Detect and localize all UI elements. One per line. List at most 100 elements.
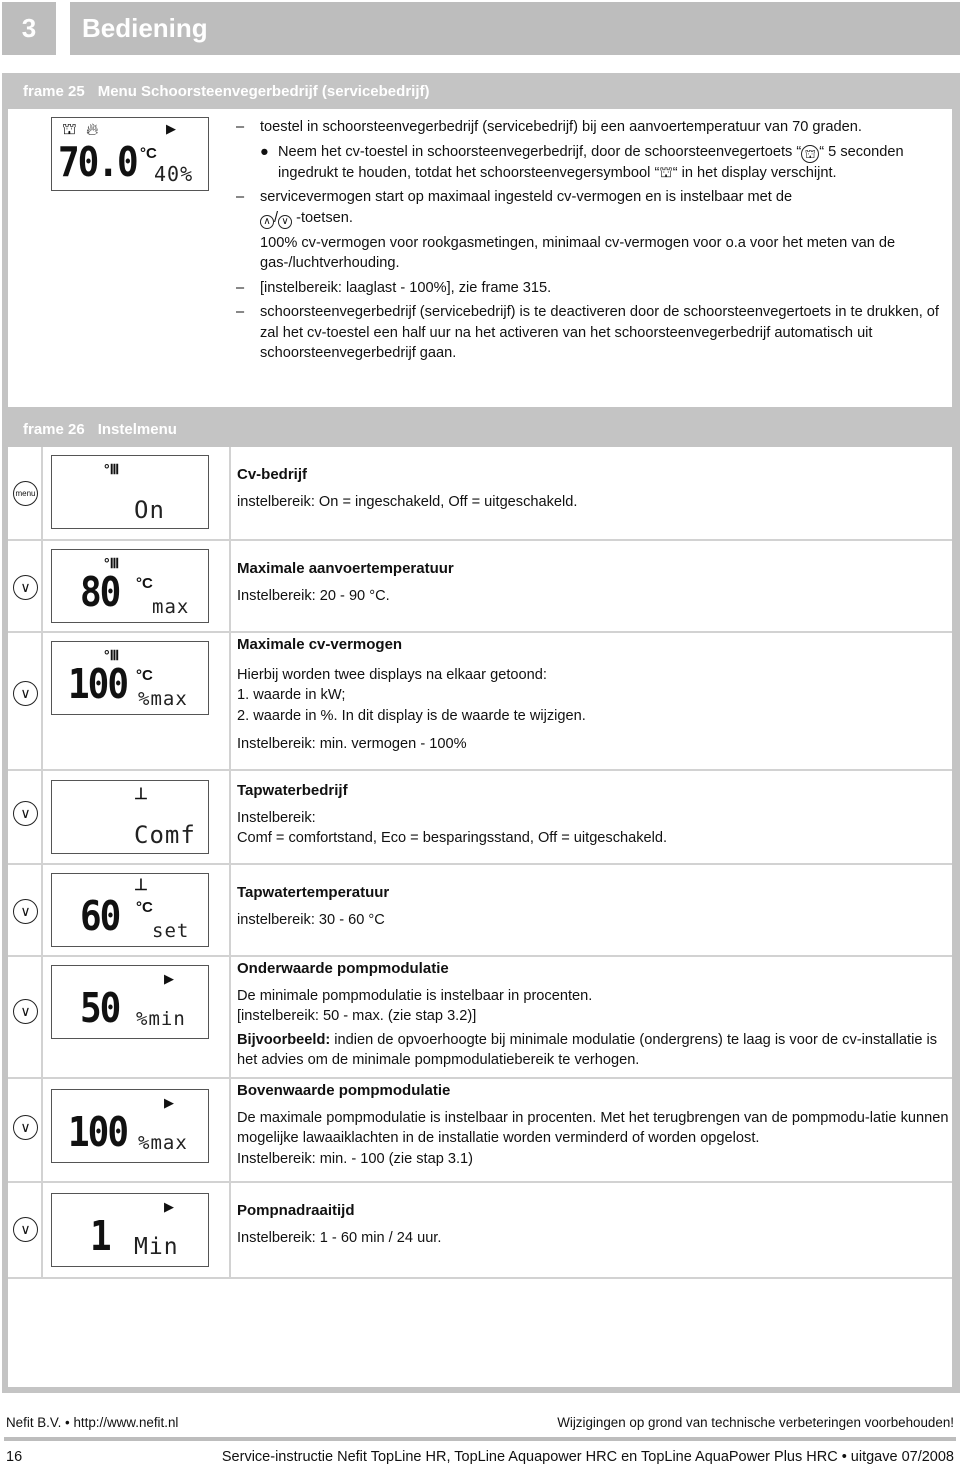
radiator-icon: °Ⅲ: [104, 647, 120, 663]
frame-25-body: ⛫ 🔥︎ ▶ 70.0 °C 40% – toestel in schoorst…: [8, 109, 952, 407]
setting-title: Maximale aanvoertemperatuur: [237, 560, 454, 577]
list-item: – [instelbereik: laaglast - 100%], zie f…: [236, 279, 552, 296]
lcd-display: ⊥ Comf: [51, 780, 209, 854]
down-key-button[interactable]: ∨: [13, 575, 38, 600]
frame-25-text: – toestel in schoorsteenvegerbedrijf (se…: [236, 117, 956, 368]
flame-icon: 🔥︎: [86, 120, 99, 139]
lcd-dot-text: Comf: [134, 821, 196, 849]
setting-title: Bovenwaarde pompmodulatie: [237, 1082, 451, 1099]
chimney-sweep-icon: ⛫: [62, 121, 77, 138]
setting-example: Bijvoorbeeld: indien de opvoerhoogte bij…: [237, 1031, 938, 1069]
tap-icon: ⊥: [134, 786, 148, 803]
settings-row-pompnadraaitijd: ∨ ▶ 1 Min Pompnadraaitijd Instelbereik: …: [8, 1183, 952, 1279]
lcd-display: ▶ 100 %max: [51, 1089, 209, 1163]
lcd-dot-text: %max: [138, 688, 188, 710]
setting-title: Onderwaarde pompmodulatie: [237, 960, 449, 977]
frame-25-header: frame 25 Menu Schoorsteenvegerbedrijf (s…: [2, 73, 960, 109]
setting-line: De maximale pompmodulatie is instelbaar …: [237, 1109, 949, 1147]
settings-row-max-cv-vermogen: ∨ °Ⅲ 100 °C %max Maximale cv-vermogen Hi…: [8, 633, 952, 771]
setting-title: Maximale cv-vermogen: [237, 636, 403, 653]
settings-row-cv-bedrijf: menu °Ⅲ On Cv-bedrijf instelbereik: On =…: [8, 447, 952, 541]
down-key-button[interactable]: ∨: [13, 899, 38, 924]
lcd-dot-text: %min: [136, 1008, 186, 1030]
lcd-dot-text: On: [134, 496, 165, 524]
paragraph: 100% cv-vermogen voor rookgasmetingen, m…: [260, 234, 896, 272]
lcd-main-value: 1: [90, 1213, 112, 1261]
frame-title: Menu Schoorsteenvegerbedrijf (servicebed…: [97, 82, 430, 100]
lcd-display: °Ⅲ On: [51, 455, 209, 529]
frame-26-header: frame 26 Instelmenu: [2, 411, 960, 447]
lcd-dot-text: %max: [138, 1132, 188, 1154]
setting-line: Hierbij worden twee displays na elkaar g…: [237, 666, 547, 683]
lcd-dot-text: Min: [134, 1234, 179, 1260]
lcd-unit: °C: [140, 145, 157, 162]
list-item: – schoorsteenvegerbedrijf (servicebedrij…: [236, 304, 939, 361]
pump-icon: ▶: [164, 1095, 174, 1110]
setting-range: Instelbereik: 20 - 90 °C.: [237, 587, 390, 604]
radiator-icon: °Ⅲ: [104, 555, 120, 571]
settings-row-max-aanvoertemperatuur: ∨ °Ⅲ 80 °C max Maximale aanvoertemperatu…: [8, 541, 952, 633]
list-item: – toestel in schoorsteenvegerbedrijf (se…: [236, 119, 862, 135]
setting-title: Pompnadraaitijd: [237, 1202, 355, 1219]
document-title: Service-instructie Nefit TopLine HR, Top…: [221, 1449, 954, 1465]
frame-26: frame 26 Instelmenu menu °Ⅲ On Cv-bedrij…: [2, 411, 960, 1393]
setting-title: Tapwatertemperatuur: [237, 884, 390, 901]
down-key-icon: ∨: [278, 214, 293, 229]
lcd-main-value: 60: [80, 893, 121, 941]
footer-company: Nefit B.V. • http://www.nefit.nl: [6, 1415, 179, 1430]
setting-range: Instelbereik: min. - 100 (zie stap 3.1): [237, 1150, 474, 1167]
lcd-dot-text: max: [152, 596, 190, 618]
down-key-button[interactable]: ∨: [13, 999, 38, 1024]
setting-line: De minimale pompmodulatie is instelbaar …: [237, 987, 593, 1004]
lcd-display: °Ⅲ 100 °C %max: [51, 641, 209, 715]
lcd-secondary-value: 40%: [154, 162, 194, 186]
down-key-button[interactable]: ∨: [13, 681, 38, 706]
chapter-number: 3: [2, 2, 56, 55]
settings-row-onderwaarde-pompmodulatie: ∨ ▶ 50 %min Onderwaarde pompmodulatie De…: [8, 957, 952, 1079]
down-key-button[interactable]: ∨: [13, 801, 38, 826]
setting-title: Tapwaterbedrijf: [237, 782, 348, 799]
list-item: – servicevermogen start op maximaal inge…: [236, 189, 793, 229]
up-key-icon: ∧: [260, 214, 274, 229]
footer-divider: [4, 1437, 956, 1441]
lcd-main-value: 80: [80, 569, 121, 617]
lcd-unit: °C: [136, 667, 153, 684]
pump-icon: ▶: [164, 1199, 174, 1214]
lcd-main-value: 50: [80, 985, 121, 1033]
setting-title: Cv-bedrijf: [237, 466, 308, 483]
down-key-button[interactable]: ∨: [13, 1115, 38, 1140]
settings-row-tapwaterbedrijf: ∨ ⊥ Comf Tapwaterbedrijf Instelbereik: C…: [8, 771, 952, 865]
lcd-display: °Ⅲ 80 °C max: [51, 549, 209, 623]
frame-number: frame 25: [23, 82, 85, 100]
lcd-display: ▶ 50 %min: [51, 965, 209, 1039]
frame-title: Instelmenu: [97, 420, 177, 438]
chimney-sweep-icon: ⛫: [659, 164, 673, 181]
setting-range: [instelbereik: 50 - max. (zie stap 3.2)]: [237, 1008, 477, 1024]
chimney-sweep-key-icon: ⛫: [801, 144, 820, 163]
frame-25: frame 25 Menu Schoorsteenvegerbedrijf (s…: [2, 73, 960, 413]
setting-line: 2. waarde in %. In dit display is de waa…: [237, 707, 586, 724]
frame-26-body: menu °Ⅲ On Cv-bedrijf instelbereik: On =…: [8, 447, 952, 1387]
lcd-main-value: 100: [68, 661, 129, 709]
setting-range: Instelbereik: min. vermogen - 100%: [237, 736, 467, 752]
lcd-dot-text: set: [152, 920, 190, 942]
settings-row-tapwatertemperatuur: ∨ ⊥ 60 °C set Tapwatertemperatuur instel…: [8, 865, 952, 957]
menu-button[interactable]: menu: [13, 481, 38, 506]
lcd-main-value: 70.0: [58, 139, 139, 187]
settings-row-bovenwaarde-pompmodulatie: ∨ ▶ 100 %max Bovenwaarde pompmodulatie D…: [8, 1079, 952, 1183]
setting-range: instelbereik: 30 - 60 °C: [237, 911, 385, 928]
setting-range: instelbereik: On = ingeschakeld, Off = u…: [237, 493, 578, 510]
chapter-title: Bediening: [70, 2, 960, 55]
pump-icon: ▶: [166, 121, 176, 136]
footer-disclaimer: Wijzigingen op grond van technische verb…: [557, 1415, 954, 1430]
setting-line: Instelbereik:: [237, 809, 316, 826]
lcd-display: ⊥ 60 °C set: [51, 873, 209, 947]
down-key-button[interactable]: ∨: [13, 1217, 38, 1242]
lcd-unit: °C: [136, 575, 153, 592]
pump-icon: ▶: [164, 971, 174, 986]
lcd-unit: °C: [136, 899, 153, 916]
page-number: 16: [6, 1449, 23, 1465]
lcd-main-value: 100: [68, 1109, 129, 1157]
instruction-step: ● Neem het cv-toestel in schoorsteenvege…: [260, 143, 904, 181]
setting-line: 1. waarde in kW;: [237, 687, 346, 703]
